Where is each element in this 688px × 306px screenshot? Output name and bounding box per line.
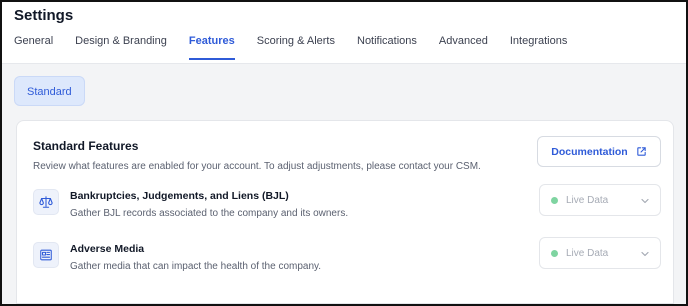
feature-status-label: Live Data [566,194,609,206]
scales-icon [33,189,59,215]
feature-description: Gather media that can impact the health … [70,261,322,272]
subtab-standard[interactable]: Standard [14,76,85,106]
tab-integrations[interactable]: Integrations [510,29,567,62]
feature-name: Bankruptcies, Judgements, and Liens (BJL… [70,190,289,202]
feature-description: Gather BJL records associated to the com… [70,208,349,219]
page-title: Settings [14,7,74,24]
settings-window: Settings General Design & Branding Featu… [0,0,688,306]
tab-features[interactable]: Features [188,29,235,62]
chevron-down-icon [641,198,649,204]
feature-name: Adverse Media [70,243,145,255]
tab-design-branding[interactable]: Design & Branding [75,29,167,62]
live-status-dot [551,196,558,204]
feature-status-label: Live Data [566,247,609,259]
settings-tabs: General Design & Branding Features Scori… [14,29,674,63]
documentation-button[interactable]: Documentation [537,136,661,167]
feature-status-select[interactable]: Live Data [539,184,661,216]
tab-scoring-alerts[interactable]: Scoring & Alerts [257,29,335,62]
tab-general[interactable]: General [14,29,53,62]
card-description: Review what features are enabled for you… [33,161,481,172]
settings-header: Settings General Design & Branding Featu… [2,2,686,64]
feature-status-select[interactable]: Live Data [539,237,661,269]
card-title: Standard Features [33,139,139,153]
subtab-row: Standard [14,76,674,106]
feature-row-bjl: Bankruptcies, Judgements, and Liens (BJL… [33,184,661,222]
external-link-icon [636,147,646,156]
standard-features-card: Standard Features Review what features a… [16,120,674,304]
tab-advanced[interactable]: Advanced [439,29,488,62]
documentation-button-label: Documentation [551,145,628,158]
live-status-dot [551,249,558,257]
newspaper-icon [33,242,59,268]
chevron-down-icon [641,251,649,257]
feature-row-adverse-media: Adverse Media Gather media that can impa… [33,237,661,275]
features-content: Standard Standard Features Review what f… [2,64,686,304]
tab-notifications[interactable]: Notifications [357,29,417,62]
